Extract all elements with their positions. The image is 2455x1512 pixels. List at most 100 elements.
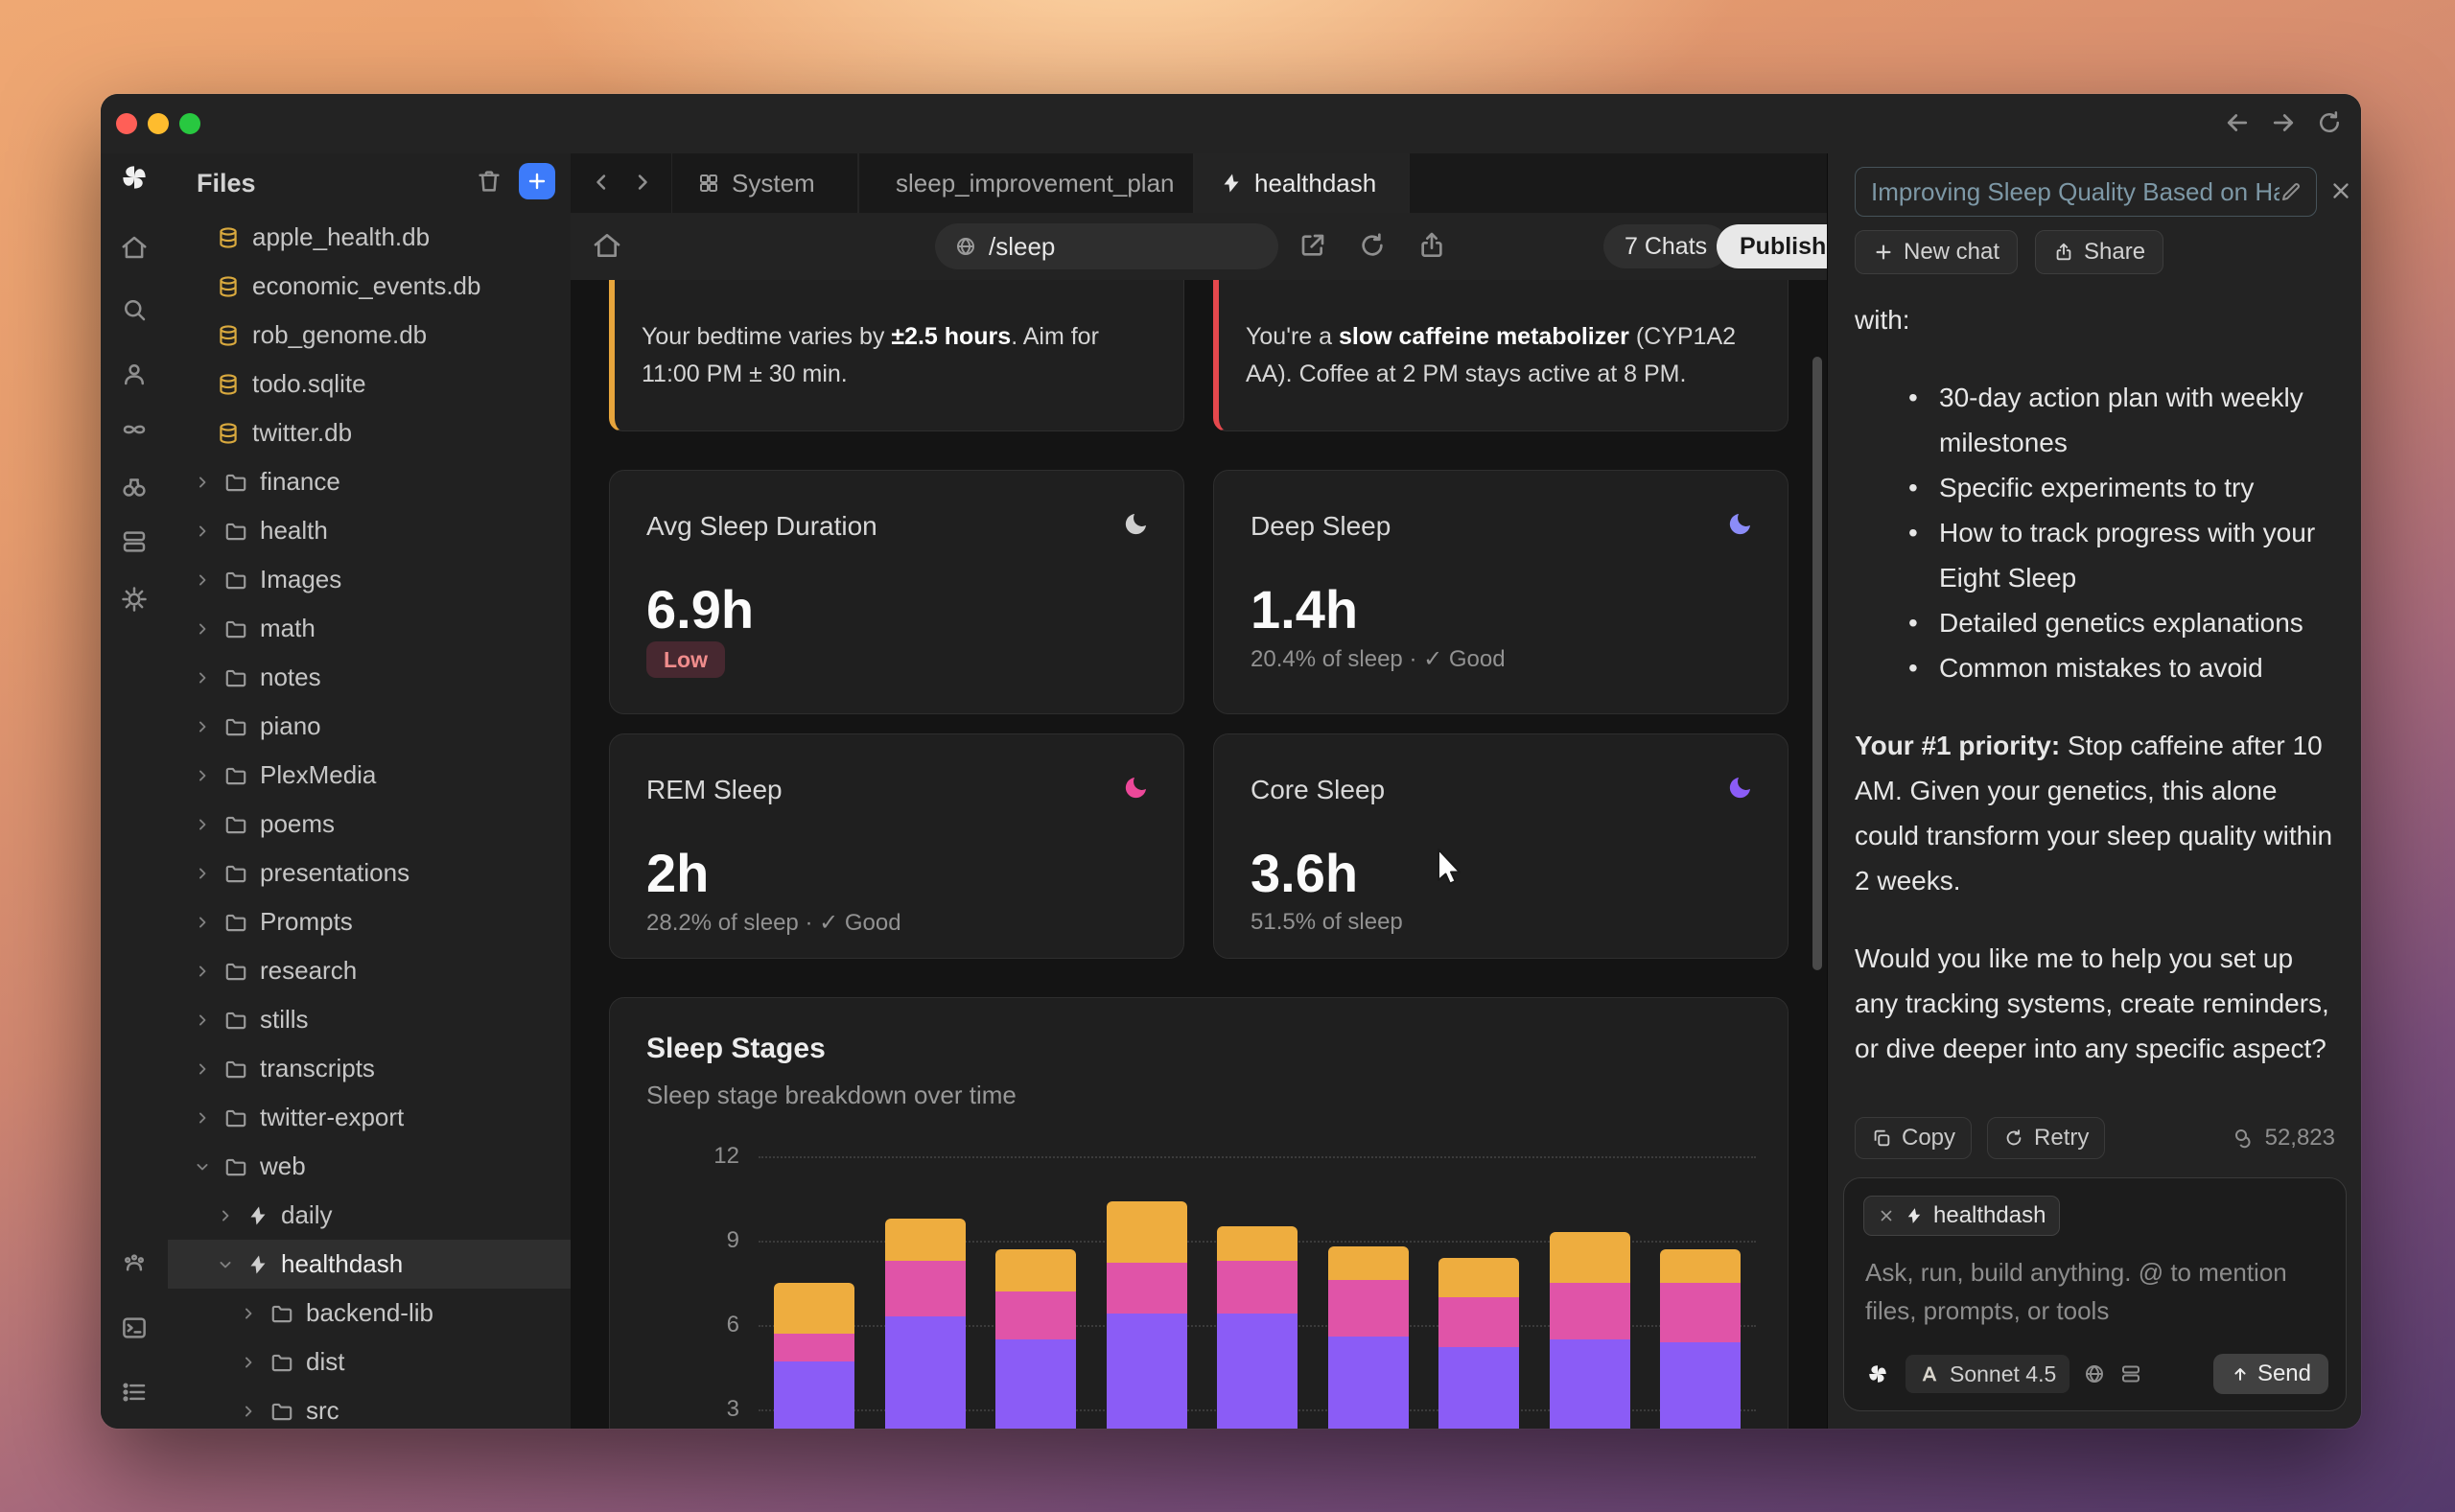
chart-bar-segment [1550, 1232, 1630, 1283]
chart-bar-segment [1328, 1280, 1409, 1337]
edit-pencil-icon[interactable] [2280, 180, 2303, 203]
tab-bar: System sleep_improvement_plan healthdash [571, 153, 1827, 214]
zoom-window-button[interactable] [179, 113, 200, 134]
chat-title-field[interactable]: Improving Sleep Quality Based on Habits … [1855, 167, 2317, 217]
claw-icon[interactable] [115, 1244, 153, 1283]
copy-icon [1871, 1128, 1892, 1149]
desktop-wallpaper: Files apple_health.db economic_events.db… [0, 0, 2455, 1512]
chart-bar-segment [885, 1261, 966, 1317]
chart-bar-segment [1550, 1339, 1630, 1429]
binoculars-icon[interactable] [115, 468, 153, 506]
infinity-icon[interactable] [115, 410, 153, 449]
share-page-icon[interactable] [1416, 230, 1447, 261]
tree-item-economic-events-db[interactable]: economic_events.db [168, 262, 571, 311]
toolbar-home-icon[interactable] [592, 230, 622, 261]
new-file-button[interactable] [519, 163, 555, 199]
tree-item-todo-sqlite[interactable]: todo.sqlite [168, 360, 571, 408]
open-external-icon[interactable] [1298, 230, 1328, 261]
mouse-cursor [1429, 844, 1471, 890]
close-window-button[interactable] [116, 113, 137, 134]
tree-item-piano[interactable]: piano [168, 702, 571, 751]
tree-item-health[interactable]: health [168, 506, 571, 555]
priority-paragraph: Your #1 priority: Stop caffeine after 10… [1855, 723, 2334, 903]
tree-item-web[interactable]: web [168, 1142, 571, 1191]
dashboard-scrollbar[interactable] [1812, 357, 1822, 970]
app-logo-icon[interactable] [115, 158, 153, 197]
tree-item-twitter-export[interactable]: twitter-export [168, 1093, 571, 1142]
chart-bar-segment [1107, 1314, 1187, 1429]
tab-back-icon[interactable] [588, 169, 615, 196]
tree-item-presentations[interactable]: presentations [168, 849, 571, 897]
tree-item-daily[interactable]: daily [168, 1191, 571, 1240]
context-chip-healthdash[interactable]: healthdash [1863, 1196, 2060, 1236]
tab-healthdash[interactable]: healthdash [1194, 153, 1410, 213]
tree-item-transcripts[interactable]: transcripts [168, 1044, 571, 1093]
tree-item-notes[interactable]: notes [168, 653, 571, 702]
retry-button[interactable]: Retry [1987, 1117, 2105, 1159]
chart-bar-segment [774, 1361, 854, 1429]
caffeine-alert-text: You're a slow caffeine metabolizer (CYP1… [1246, 318, 1749, 393]
stat-card-core-sleep: Core Sleep 3.6h 51.5% of sleep [1213, 733, 1789, 959]
context-stack-icon[interactable] [2119, 1362, 2142, 1385]
tree-item-prompts[interactable]: Prompts [168, 897, 571, 946]
chart-bar-segment [1438, 1347, 1519, 1429]
trash-icon[interactable] [475, 167, 503, 196]
chat-input[interactable]: Ask, run, build anything. @ to mention f… [1865, 1253, 2325, 1330]
terminal-icon[interactable] [115, 1309, 153, 1347]
tree-item-research[interactable]: research [168, 946, 571, 995]
moon-icon [1726, 509, 1755, 538]
tree-item-apple-health-db[interactable]: apple_health.db [168, 213, 571, 262]
tree-item-images[interactable]: Images [168, 555, 571, 604]
chats-count-button[interactable]: 7 Chats [1603, 224, 1728, 268]
assistant-message: with: 30-day action plan with weekly mil… [1855, 297, 2334, 1104]
history-forward-icon[interactable] [2269, 108, 2298, 137]
remove-chip-icon[interactable] [1878, 1207, 1895, 1224]
layers-icon[interactable] [115, 523, 153, 561]
home-icon[interactable] [115, 228, 153, 267]
tree-item-backend-lib[interactable]: backend-lib [168, 1289, 571, 1338]
copy-button[interactable]: Copy [1855, 1117, 1972, 1159]
send-button[interactable]: Send [2213, 1354, 2328, 1394]
chart-bar-segment [1660, 1283, 1741, 1342]
bedtime-alert-card: Your bedtime varies by ±2.5 hours. Aim f… [609, 280, 1184, 431]
search-icon[interactable] [115, 291, 153, 329]
coins-icon [2233, 1127, 2256, 1150]
tree-item-src[interactable]: src [168, 1386, 571, 1429]
stat-card-deep-sleep: Deep Sleep 1.4h 20.4% of sleep · ✓ Good [1213, 470, 1789, 714]
task-list-icon[interactable] [115, 1373, 153, 1411]
people-icon[interactable] [115, 355, 153, 393]
chart-bar-segment [1107, 1263, 1187, 1314]
tree-item-twitter-db[interactable]: twitter.db [168, 408, 571, 457]
reload-icon[interactable] [2315, 108, 2344, 137]
share-chat-button[interactable]: Share [2035, 230, 2163, 274]
bullet-item: Common mistakes to avoid [1855, 645, 2334, 690]
tab-system[interactable]: System [671, 153, 858, 213]
refresh-page-icon[interactable] [1357, 230, 1388, 261]
message-actions: Copy Retry 52,823 [1855, 1117, 2335, 1159]
settings-gear-icon[interactable] [115, 580, 153, 618]
tree-item-dist[interactable]: dist [168, 1338, 571, 1386]
tree-item-finance[interactable]: finance [168, 457, 571, 506]
tree-item-poems[interactable]: poems [168, 800, 571, 849]
close-panel-icon[interactable] [2328, 178, 2353, 203]
chart-bar-segment [774, 1283, 854, 1334]
tree-item-rob-genome-db[interactable]: rob_genome.db [168, 311, 571, 360]
tree-item-math[interactable]: math [168, 604, 571, 653]
stat-card-rem-sleep: REM Sleep 2h 28.2% of sleep · ✓ Good [609, 733, 1184, 959]
tab-sleep-improvement-plan[interactable]: sleep_improvement_plan [858, 153, 1194, 213]
model-selector[interactable]: Sonnet 4.5 [1906, 1355, 2069, 1393]
chat-composer[interactable]: healthdash Ask, run, build anything. @ t… [1843, 1177, 2347, 1411]
tree-item-plexmedia[interactable]: PlexMedia [168, 751, 571, 800]
chart-bar-segment [1217, 1226, 1298, 1260]
app-pinwheel-icon[interactable] [1863, 1360, 1892, 1388]
window-nav [2223, 108, 2344, 137]
chart-bar-segment [1217, 1261, 1298, 1314]
url-bar[interactable]: /sleep [935, 223, 1278, 269]
tab-forward-icon[interactable] [629, 169, 656, 196]
web-tools-icon[interactable] [2083, 1362, 2106, 1385]
minimize-window-button[interactable] [148, 113, 169, 134]
new-chat-button[interactable]: New chat [1855, 230, 2018, 274]
tree-item-stills[interactable]: stills [168, 995, 571, 1044]
history-back-icon[interactable] [2223, 108, 2252, 137]
tree-item-healthdash[interactable]: healthdash [168, 1240, 571, 1289]
